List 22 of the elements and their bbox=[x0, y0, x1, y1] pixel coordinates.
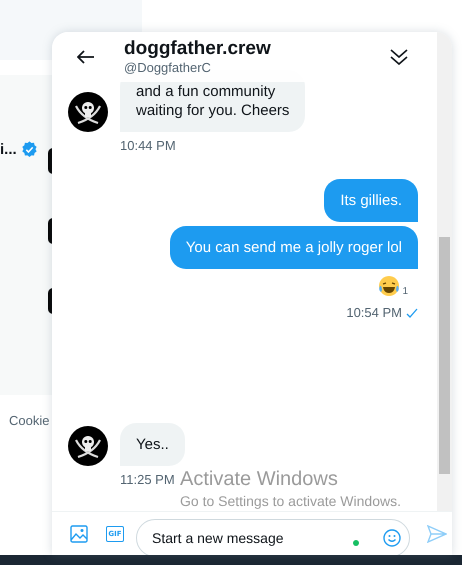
message-time: 11:25 PM bbox=[120, 472, 175, 487]
conversation-name: doggfather.crew bbox=[124, 38, 272, 60]
double-chevron-icon bbox=[389, 48, 409, 66]
image-icon bbox=[70, 524, 88, 542]
skull-avatar bbox=[68, 426, 108, 466]
message-time: 10:54 PM bbox=[346, 305, 402, 320]
sent-message: You can send me a jolly roger lol bbox=[170, 226, 418, 269]
scrollbar[interactable] bbox=[437, 32, 452, 511]
name-fragment: i... bbox=[0, 141, 17, 158]
laughing-face-icon bbox=[378, 275, 400, 297]
sent-message: Its gillies. bbox=[324, 179, 418, 222]
send-icon bbox=[427, 524, 447, 542]
activation-notice-text: Go to Settings to activate Windows. bbox=[180, 493, 401, 509]
back-arrow-icon bbox=[77, 50, 95, 64]
emoji-icon[interactable] bbox=[383, 528, 401, 546]
scrollbar-thumb[interactable] bbox=[439, 237, 450, 474]
activation-notice-title: Activate Windows bbox=[180, 468, 339, 491]
received-message: Yes.. bbox=[120, 423, 185, 466]
message-field[interactable]: Start a new message bbox=[136, 518, 410, 555]
message-time: 10:44 PM bbox=[120, 138, 176, 153]
skull-avatar bbox=[68, 92, 108, 132]
reaction-count: 1 bbox=[402, 286, 408, 297]
